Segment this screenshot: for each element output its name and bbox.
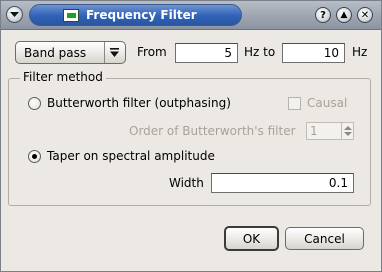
cancel-label: Cancel — [304, 231, 345, 246]
app-window-icon — [63, 8, 79, 22]
butterworth-label[interactable]: Butterworth filter (outphasing) — [47, 96, 231, 110]
close-icon: ✕ — [360, 9, 370, 21]
close-button[interactable]: ✕ — [357, 7, 373, 23]
shade-button[interactable]: ▲ — [336, 7, 352, 23]
spin-down-icon[interactable] — [343, 132, 352, 136]
spin-up-icon[interactable] — [343, 126, 352, 130]
cancel-button[interactable]: Cancel — [285, 227, 364, 250]
spin-arrows[interactable] — [341, 123, 353, 139]
order-value: 1 — [310, 124, 318, 138]
from-label: From — [137, 45, 167, 59]
order-spinbox[interactable]: 1 — [306, 122, 354, 140]
taper-radio[interactable] — [28, 150, 41, 163]
ok-label: OK — [242, 231, 261, 246]
triangle-up-icon: ▲ — [340, 10, 348, 20]
dropdown-arrow — [104, 42, 124, 63]
butterworth-radio[interactable] — [28, 97, 41, 110]
group-title: Filter method — [20, 70, 106, 84]
ok-button[interactable]: OK — [224, 226, 279, 251]
question-icon: ? — [320, 9, 326, 21]
chevron-down-icon — [110, 47, 119, 57]
width-input[interactable]: 0.1 — [211, 173, 354, 193]
hz-label: Hz — [352, 45, 368, 59]
causal-checkbox[interactable] — [288, 97, 301, 110]
radio-selected-dot — [32, 154, 37, 159]
causal-label: Causal — [307, 96, 348, 110]
from-input[interactable]: 5 — [175, 43, 238, 63]
title-pill[interactable]: Frequency Filter — [29, 4, 242, 26]
filter-type-value: Band pass — [24, 45, 87, 60]
window-menu-button[interactable] — [6, 6, 23, 23]
to-input[interactable]: 10 — [282, 43, 345, 63]
width-label: Width — [169, 176, 204, 190]
taper-label[interactable]: Taper on spectral amplitude — [47, 149, 215, 163]
order-label: Order of Butterworth's filter — [129, 124, 296, 138]
window-title: Frequency Filter — [86, 8, 197, 22]
chevron-down-icon — [10, 12, 19, 17]
help-button[interactable]: ? — [315, 7, 331, 23]
hz-to-label: Hz to — [244, 45, 276, 59]
